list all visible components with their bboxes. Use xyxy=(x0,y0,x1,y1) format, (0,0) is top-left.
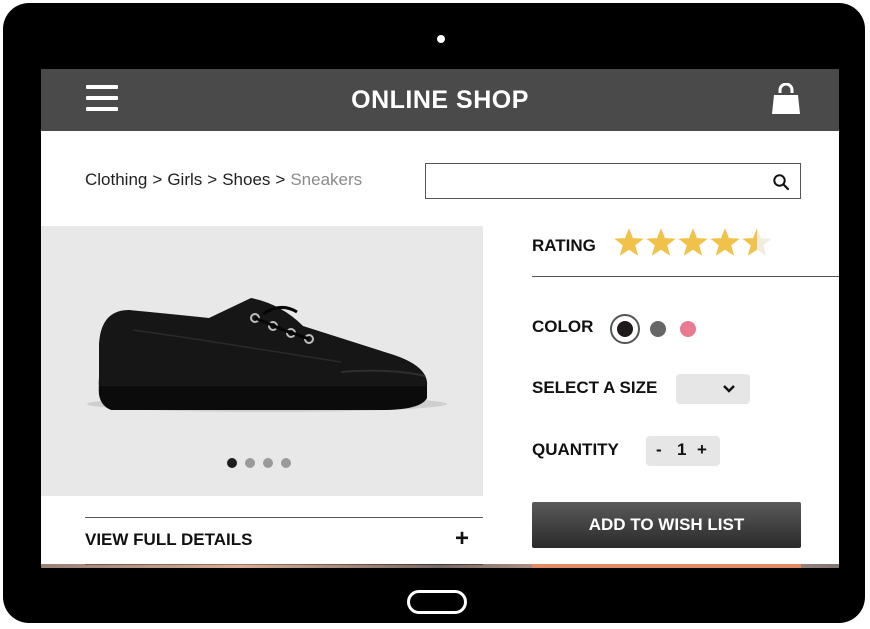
camera-dot xyxy=(437,35,445,43)
color-swatch-pink[interactable] xyxy=(680,321,696,337)
quantity-minus-button[interactable]: - xyxy=(656,440,662,460)
quantity-value: 1 xyxy=(677,440,687,459)
screen: ONLINE SHOP Clothing > Girls > Shoes > Sneaker… xyxy=(41,69,839,568)
expand-plus-icon[interactable]: + xyxy=(455,525,469,553)
color-swatch-gray[interactable] xyxy=(650,321,666,337)
breadcrumb-separator: > xyxy=(275,170,286,189)
carousel-dot[interactable] xyxy=(263,458,273,468)
shopping-bag-icon[interactable] xyxy=(769,82,803,115)
size-label: SELECT A SIZE xyxy=(532,378,658,397)
carousel-dot[interactable] xyxy=(227,458,237,468)
star-icon xyxy=(678,228,708,256)
header-bar: ONLINE SHOP xyxy=(41,69,839,131)
star-icon xyxy=(614,228,644,256)
search-icon[interactable] xyxy=(772,173,790,191)
color-label: COLOR xyxy=(532,317,594,336)
view-full-details-row[interactable]: VIEW FULL DETAILS + xyxy=(85,517,483,565)
quantity-stepper: - 1 + xyxy=(646,436,720,466)
search-box xyxy=(425,163,801,199)
half-star-icon xyxy=(742,228,772,256)
breadcrumb-girls[interactable]: Girls xyxy=(167,170,202,189)
view-full-details-label: VIEW FULL DETAILS xyxy=(85,530,253,549)
color-swatch-black[interactable] xyxy=(610,314,640,344)
tablet-frame: ONLINE SHOP Clothing > Girls > Shoes > Sneaker… xyxy=(3,3,865,623)
breadcrumb-separator: > xyxy=(207,170,218,189)
home-button[interactable] xyxy=(407,590,467,614)
carousel-dot[interactable] xyxy=(245,458,255,468)
carousel-dot[interactable] xyxy=(281,458,291,468)
quantity-plus-button[interactable]: + xyxy=(697,440,707,460)
breadcrumb-shoes[interactable]: Shoes xyxy=(222,170,270,189)
star-icon xyxy=(710,228,740,256)
rating-row: RATING xyxy=(532,226,839,277)
add-to-wish-list-button[interactable]: ADD TO WISH LIST xyxy=(532,502,801,548)
hamburger-menu-icon[interactable] xyxy=(86,85,118,111)
breadcrumb-clothing[interactable]: Clothing xyxy=(85,170,147,189)
chevron-down-icon xyxy=(723,385,735,393)
star-icon xyxy=(646,228,676,256)
search-input[interactable] xyxy=(432,170,756,194)
breadcrumb: Clothing > Girls > Shoes > Sneakers xyxy=(85,170,362,190)
size-select[interactable] xyxy=(676,374,750,404)
shop-title: ONLINE SHOP xyxy=(351,86,529,114)
black-sneaker-image xyxy=(87,298,447,412)
quantity-label: QUANTITY xyxy=(532,440,619,459)
breadcrumb-separator: > xyxy=(152,170,163,189)
breadcrumb-current: Sneakers xyxy=(290,170,363,189)
next-button-partial[interactable] xyxy=(532,564,801,568)
product-image[interactable] xyxy=(41,226,483,496)
rating-label: RATING xyxy=(532,236,596,255)
